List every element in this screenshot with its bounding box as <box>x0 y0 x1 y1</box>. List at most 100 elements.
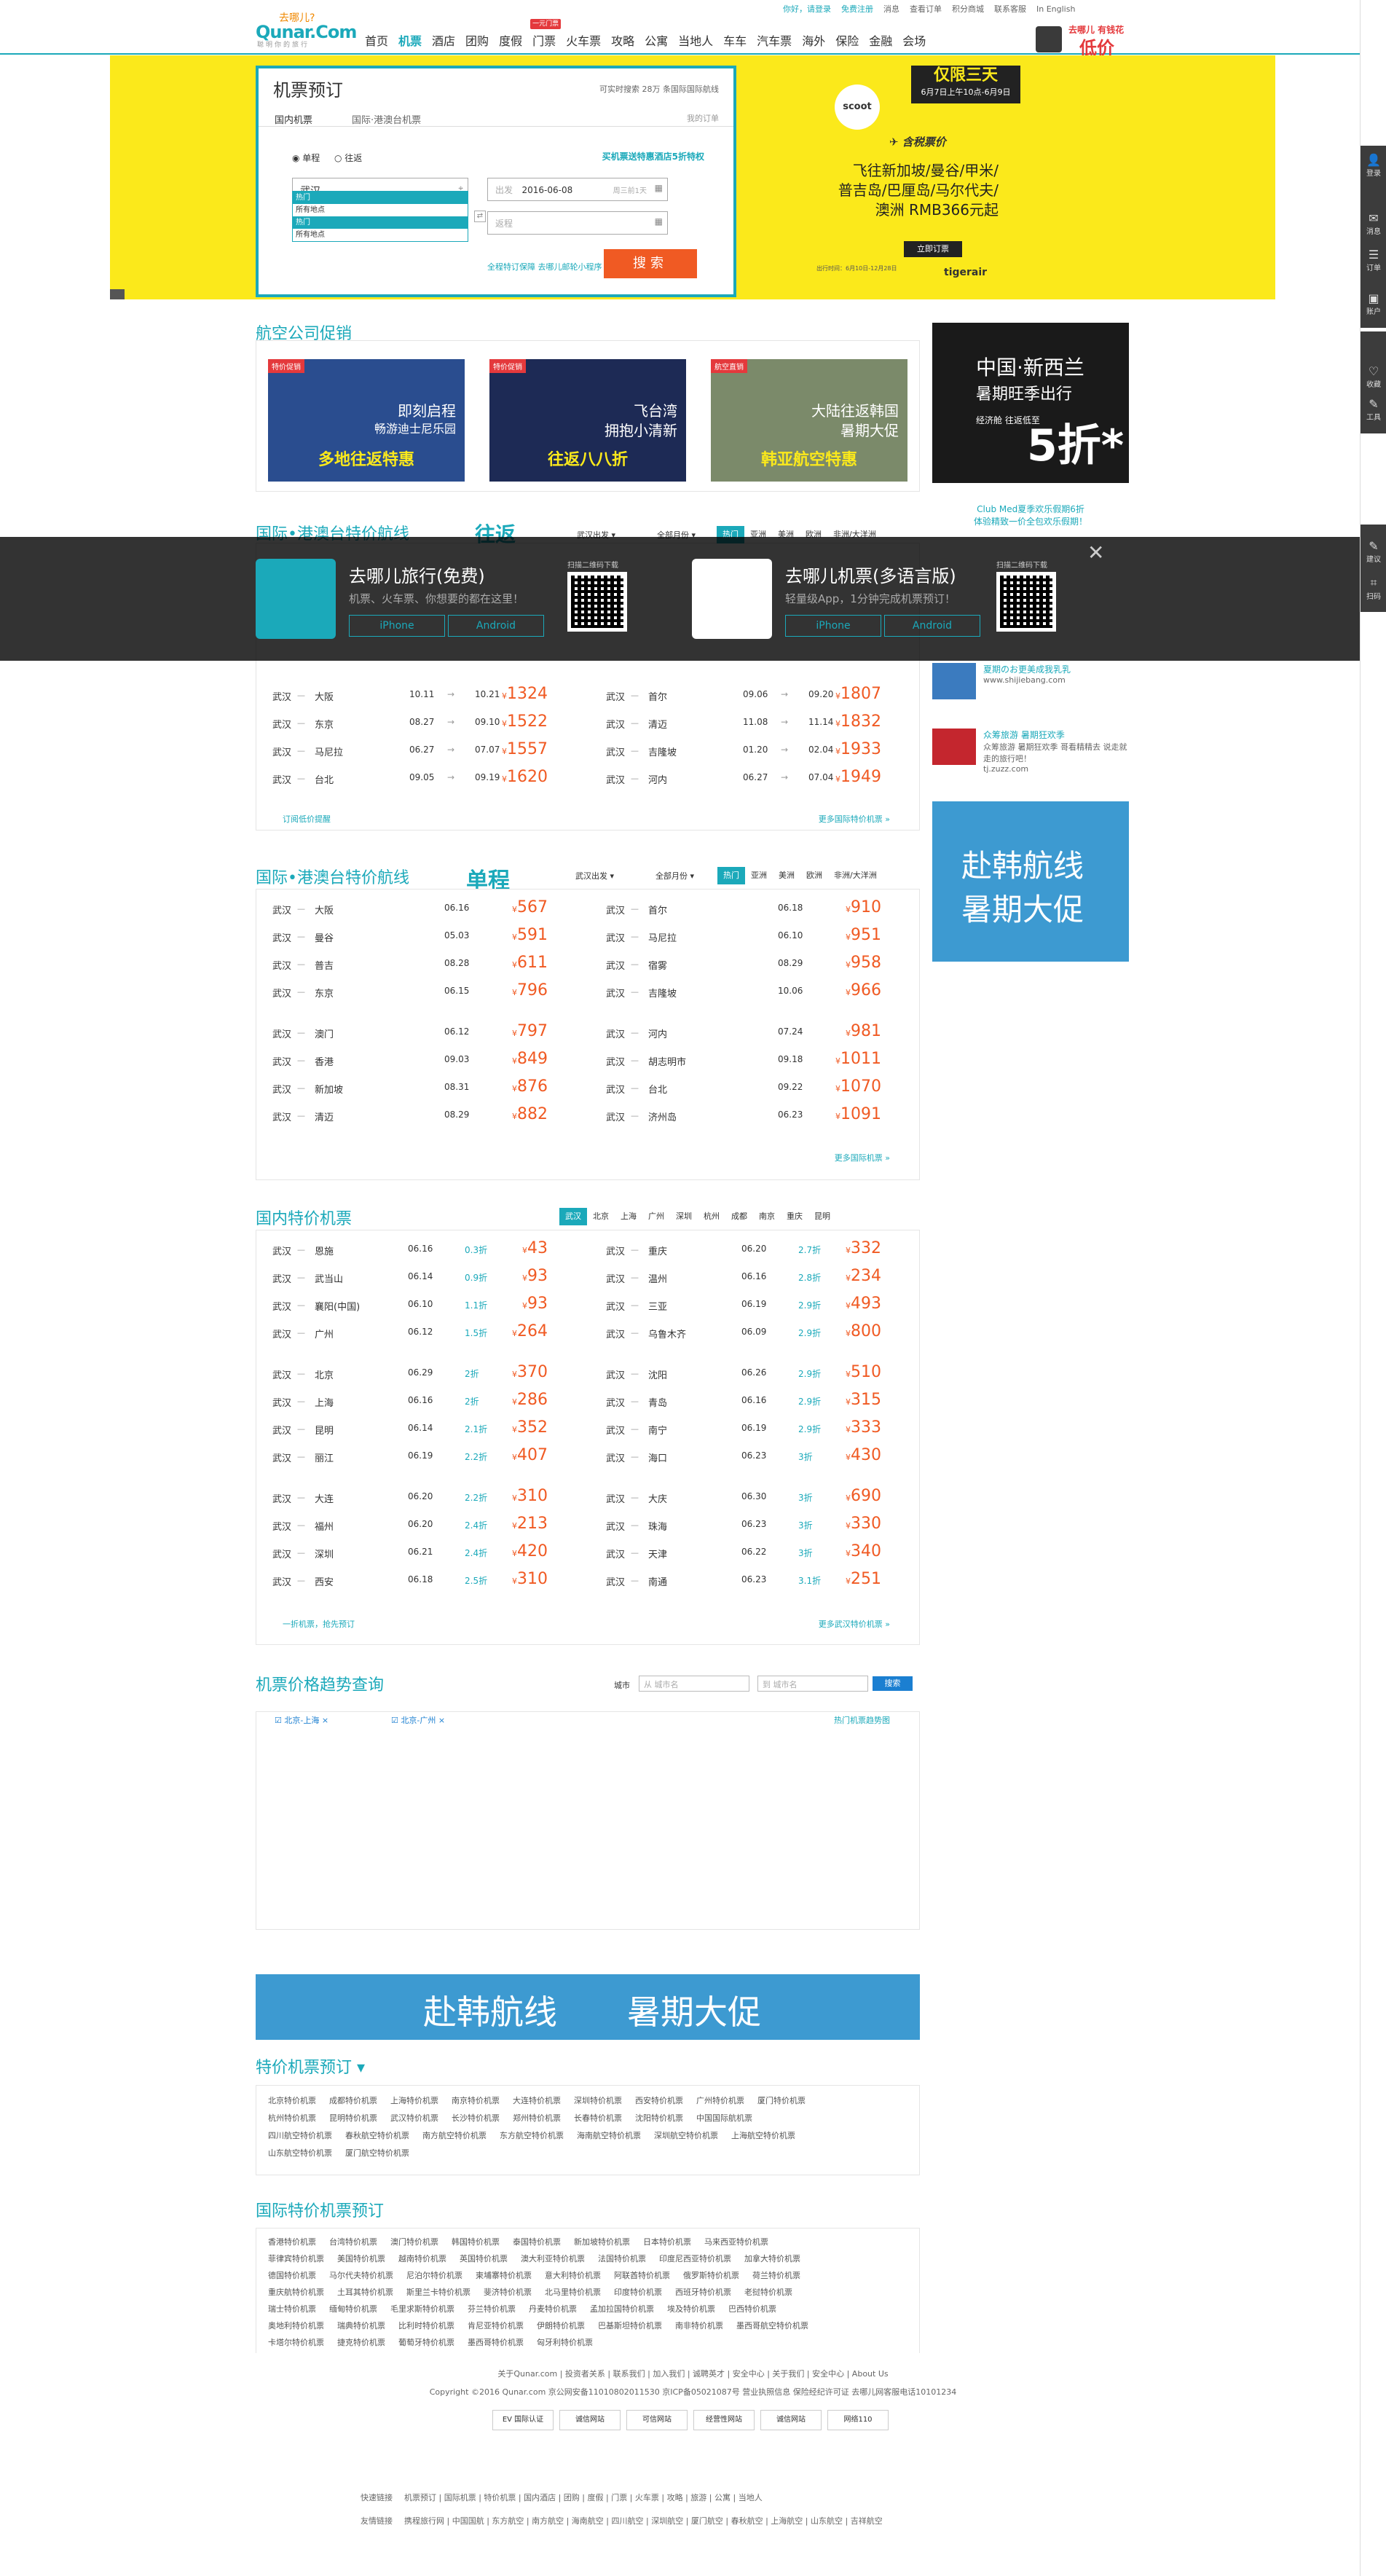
nav-item[interactable]: 保险 <box>830 32 864 51</box>
link-item[interactable]: 德国特价机票 <box>268 2269 316 2281</box>
iphone-button[interactable]: iPhone <box>785 615 881 637</box>
clubmed-ad[interactable]: Club Med夏季欢乐假期6折 体验精致一价全包欢乐假期！ <box>932 503 1129 527</box>
fare-row[interactable]: 武汉 — 台北 09.22 1070 <box>590 1077 910 1102</box>
tab-intl[interactable]: 国际·港澳台机票 <box>352 112 421 126</box>
link-item[interactable]: 匈牙利特价机票 <box>537 2336 593 2348</box>
link-item[interactable]: 长沙特价机票 <box>452 2112 500 2124</box>
fare-row[interactable]: 武汉 — 马尼拉 06.10 951 <box>590 926 910 951</box>
link-item[interactable]: 成都特价机票 <box>329 2094 377 2106</box>
link-item[interactable]: 阿联酋特价机票 <box>614 2269 670 2281</box>
tab-city[interactable]: 杭州 <box>698 1208 725 1225</box>
fare-row[interactable]: 武汉 — 胡志明市 09.18 1011 <box>590 1050 910 1075</box>
link-item[interactable]: 澳大利亚特价机票 <box>521 2253 585 2264</box>
nav-item[interactable]: 门票 一元门票 <box>527 19 562 51</box>
link-item[interactable]: 东方航空特价机票 <box>500 2129 564 2141</box>
tab-city[interactable]: 深圳 <box>670 1208 698 1225</box>
tab-region[interactable]: 热门 <box>717 867 745 884</box>
fare-row[interactable]: 武汉 — 宿雾 08.29 958 <box>590 954 910 978</box>
friend-links[interactable]: 携程旅行网 | 中国国航 | 东方航空 | 南方航空 | 海南航空 | 四川航空… <box>404 2515 883 2526</box>
nav-item[interactable]: 会场 <box>897 32 931 51</box>
fare-row[interactable]: 武汉 — 澳门 06.12 797 <box>256 1022 577 1047</box>
fare-row[interactable]: 武汉 — 济州岛 06.23 1091 <box>590 1105 910 1130</box>
fare-row[interactable]: 武汉 — 南宁 06.19 2.9折 333 <box>590 1418 910 1443</box>
link-item[interactable]: 埃及特价机票 <box>667 2303 715 2314</box>
link-item[interactable]: 荷兰特价机票 <box>752 2269 800 2281</box>
hotel-link[interactable]: 买机票送特惠酒店5折特权 <box>602 150 704 162</box>
tab-region[interactable]: 美洲 <box>773 867 800 884</box>
oneway-from[interactable]: 武汉出发 ▾ <box>575 870 614 881</box>
sidebar-item[interactable]: ☰ 订单 <box>1361 248 1386 272</box>
link-item[interactable]: 斐济特价机票 <box>484 2286 532 2298</box>
promo-card[interactable]: 特价促销 飞台湾 拥抱小清新 往返八八折 <box>489 359 686 482</box>
swap-icon[interactable]: ⇄ <box>474 211 486 222</box>
fare-row[interactable]: 武汉 — 普吉 08.28 611 <box>256 954 577 978</box>
fare-row[interactable]: 武汉 — 深圳 06.21 2.4折 420 <box>256 1542 577 1567</box>
link-item[interactable]: 加拿大特价机票 <box>744 2253 800 2264</box>
fare-row[interactable]: 武汉 — 襄阳(中国) 06.10 1.1折 93 <box>256 1295 577 1319</box>
link-item[interactable]: 伊朗特价机票 <box>537 2320 585 2331</box>
close-icon[interactable]: ✕ <box>1087 543 1104 563</box>
sidebar-item[interactable]: ✎ 工具 <box>1361 397 1386 422</box>
link-item[interactable]: 南方航空特价机票 <box>422 2129 487 2141</box>
link-item[interactable]: 美国特价机票 <box>337 2253 385 2264</box>
promo-card[interactable]: 航空直销 大陆往返韩国 暑期大促 韩亚航空特惠 <box>711 359 907 482</box>
footer-badge[interactable]: 诚信网站 <box>760 2410 822 2430</box>
link-item[interactable]: 海南航空特价机票 <box>577 2129 641 2141</box>
link-item[interactable]: 俄罗斯特价机票 <box>683 2269 739 2281</box>
fare-row[interactable]: 武汉 — 西安 06.18 2.5折 310 <box>256 1570 577 1595</box>
link-item[interactable]: 泰国特价机票 <box>513 2236 561 2247</box>
korea-banner[interactable]: 赴韩航线 暑期大促 <box>256 1974 920 2040</box>
fare-row[interactable]: 武汉 — 南通 06.23 3.1折 251 <box>590 1570 910 1595</box>
link-item[interactable]: 深圳航空特价机票 <box>654 2129 718 2141</box>
fare-row[interactable]: 武汉 — 上海 06.16 2折 286 <box>256 1391 577 1415</box>
dropdown-item[interactable]: 热门 <box>293 192 468 204</box>
link-item[interactable]: 韩国特价机票 <box>452 2236 500 2247</box>
fare-row[interactable]: 武汉 — 天津 06.22 3折 340 <box>590 1542 910 1567</box>
camel-icon[interactable] <box>692 559 772 639</box>
footer-badge[interactable]: 可信网站 <box>626 2410 688 2430</box>
footer-badge[interactable]: EV 国际认证 <box>492 2410 554 2430</box>
radio-round[interactable]: ○ 往返 <box>334 152 362 164</box>
tab-domestic[interactable]: 国内机票 <box>275 112 312 126</box>
fare-row[interactable]: 武汉 — 海口 06.23 3折 430 <box>590 1446 910 1471</box>
tab-region[interactable]: 欧洲 <box>800 867 828 884</box>
nav-item[interactable]: 酒店 <box>427 32 460 51</box>
fare-row[interactable]: 武汉 — 清迈 08.29 882 <box>256 1105 577 1130</box>
oneway-month[interactable]: 全部月份 ▾ <box>655 870 694 881</box>
link-item[interactable]: 比利时特价机票 <box>398 2320 454 2331</box>
tab-city[interactable]: 重庆 <box>781 1208 808 1225</box>
link-item[interactable]: 山东航空特价机票 <box>268 2147 332 2159</box>
nav-item[interactable]: 当地人 <box>673 32 718 51</box>
my-orders-link[interactable]: 我的订单 <box>687 112 719 124</box>
nav-item[interactable]: 海外 <box>797 32 830 51</box>
camel-icon[interactable] <box>256 559 336 639</box>
nav-item[interactable]: 度假 <box>494 32 527 51</box>
link-item[interactable]: 丹麦特价机票 <box>529 2303 577 2314</box>
iphone-button[interactable]: iPhone <box>349 615 445 637</box>
nav-item[interactable]: 火车票 <box>561 32 606 51</box>
hot-trend-link[interactable]: 热门机票趋势图 <box>834 1714 890 1726</box>
fare-row[interactable]: 武汉 — 首尔 09.06 → 09.201807 <box>590 685 910 710</box>
return-date-input[interactable]: 返程 ▦ <box>487 211 668 235</box>
fare-row[interactable]: 武汉 — 新加坡 08.31 876 <box>256 1077 577 1102</box>
link-item[interactable]: 墨西哥航空特价机票 <box>736 2320 808 2331</box>
trend-to-input[interactable]: 到 城市名 <box>757 1676 868 1692</box>
link-item[interactable]: 巴西特价机票 <box>728 2303 776 2314</box>
newzealand-ad[interactable]: 中国·新西兰 暑期旺季出行 经济舱 往返低至 5折* <box>932 323 1129 483</box>
link-item[interactable]: 武汉特价机票 <box>390 2112 438 2124</box>
fare-row[interactable]: 武汉 — 马尼拉 06.27 → 07.071557 <box>256 740 577 765</box>
sidebar-item[interactable]: ⌗ 扫码 <box>1361 576 1386 601</box>
link-item[interactable]: 长春特价机票 <box>574 2112 622 2124</box>
link-item[interactable]: 芬兰特价机票 <box>468 2303 516 2314</box>
top-link[interactable]: In English <box>1036 1 1075 17</box>
fare-row[interactable]: 武汉 — 福州 06.20 2.4折 213 <box>256 1515 577 1539</box>
fare-row[interactable]: 武汉 — 沈阳 06.26 2.9折 510 <box>590 1363 910 1388</box>
link-item[interactable]: 印度特价机票 <box>614 2286 662 2298</box>
quick-links[interactable]: 机票预订 | 国际机票 | 特价机票 | 国内酒店 | 团购 | 度假 | 门票… <box>404 2491 763 2503</box>
top-link[interactable]: 积分商城 <box>952 1 984 17</box>
fare-row[interactable]: 武汉 — 青岛 06.16 2.9折 315 <box>590 1391 910 1415</box>
fare-row[interactable]: 武汉 — 大连 06.20 2.2折 310 <box>256 1487 577 1512</box>
fare-row[interactable]: 武汉 — 丽江 06.19 2.2折 407 <box>256 1446 577 1471</box>
trend-chip[interactable]: ☑ 北京-上海 × <box>275 1714 328 1726</box>
more-link[interactable]: 更多武汉特价机票 » <box>819 1618 890 1630</box>
